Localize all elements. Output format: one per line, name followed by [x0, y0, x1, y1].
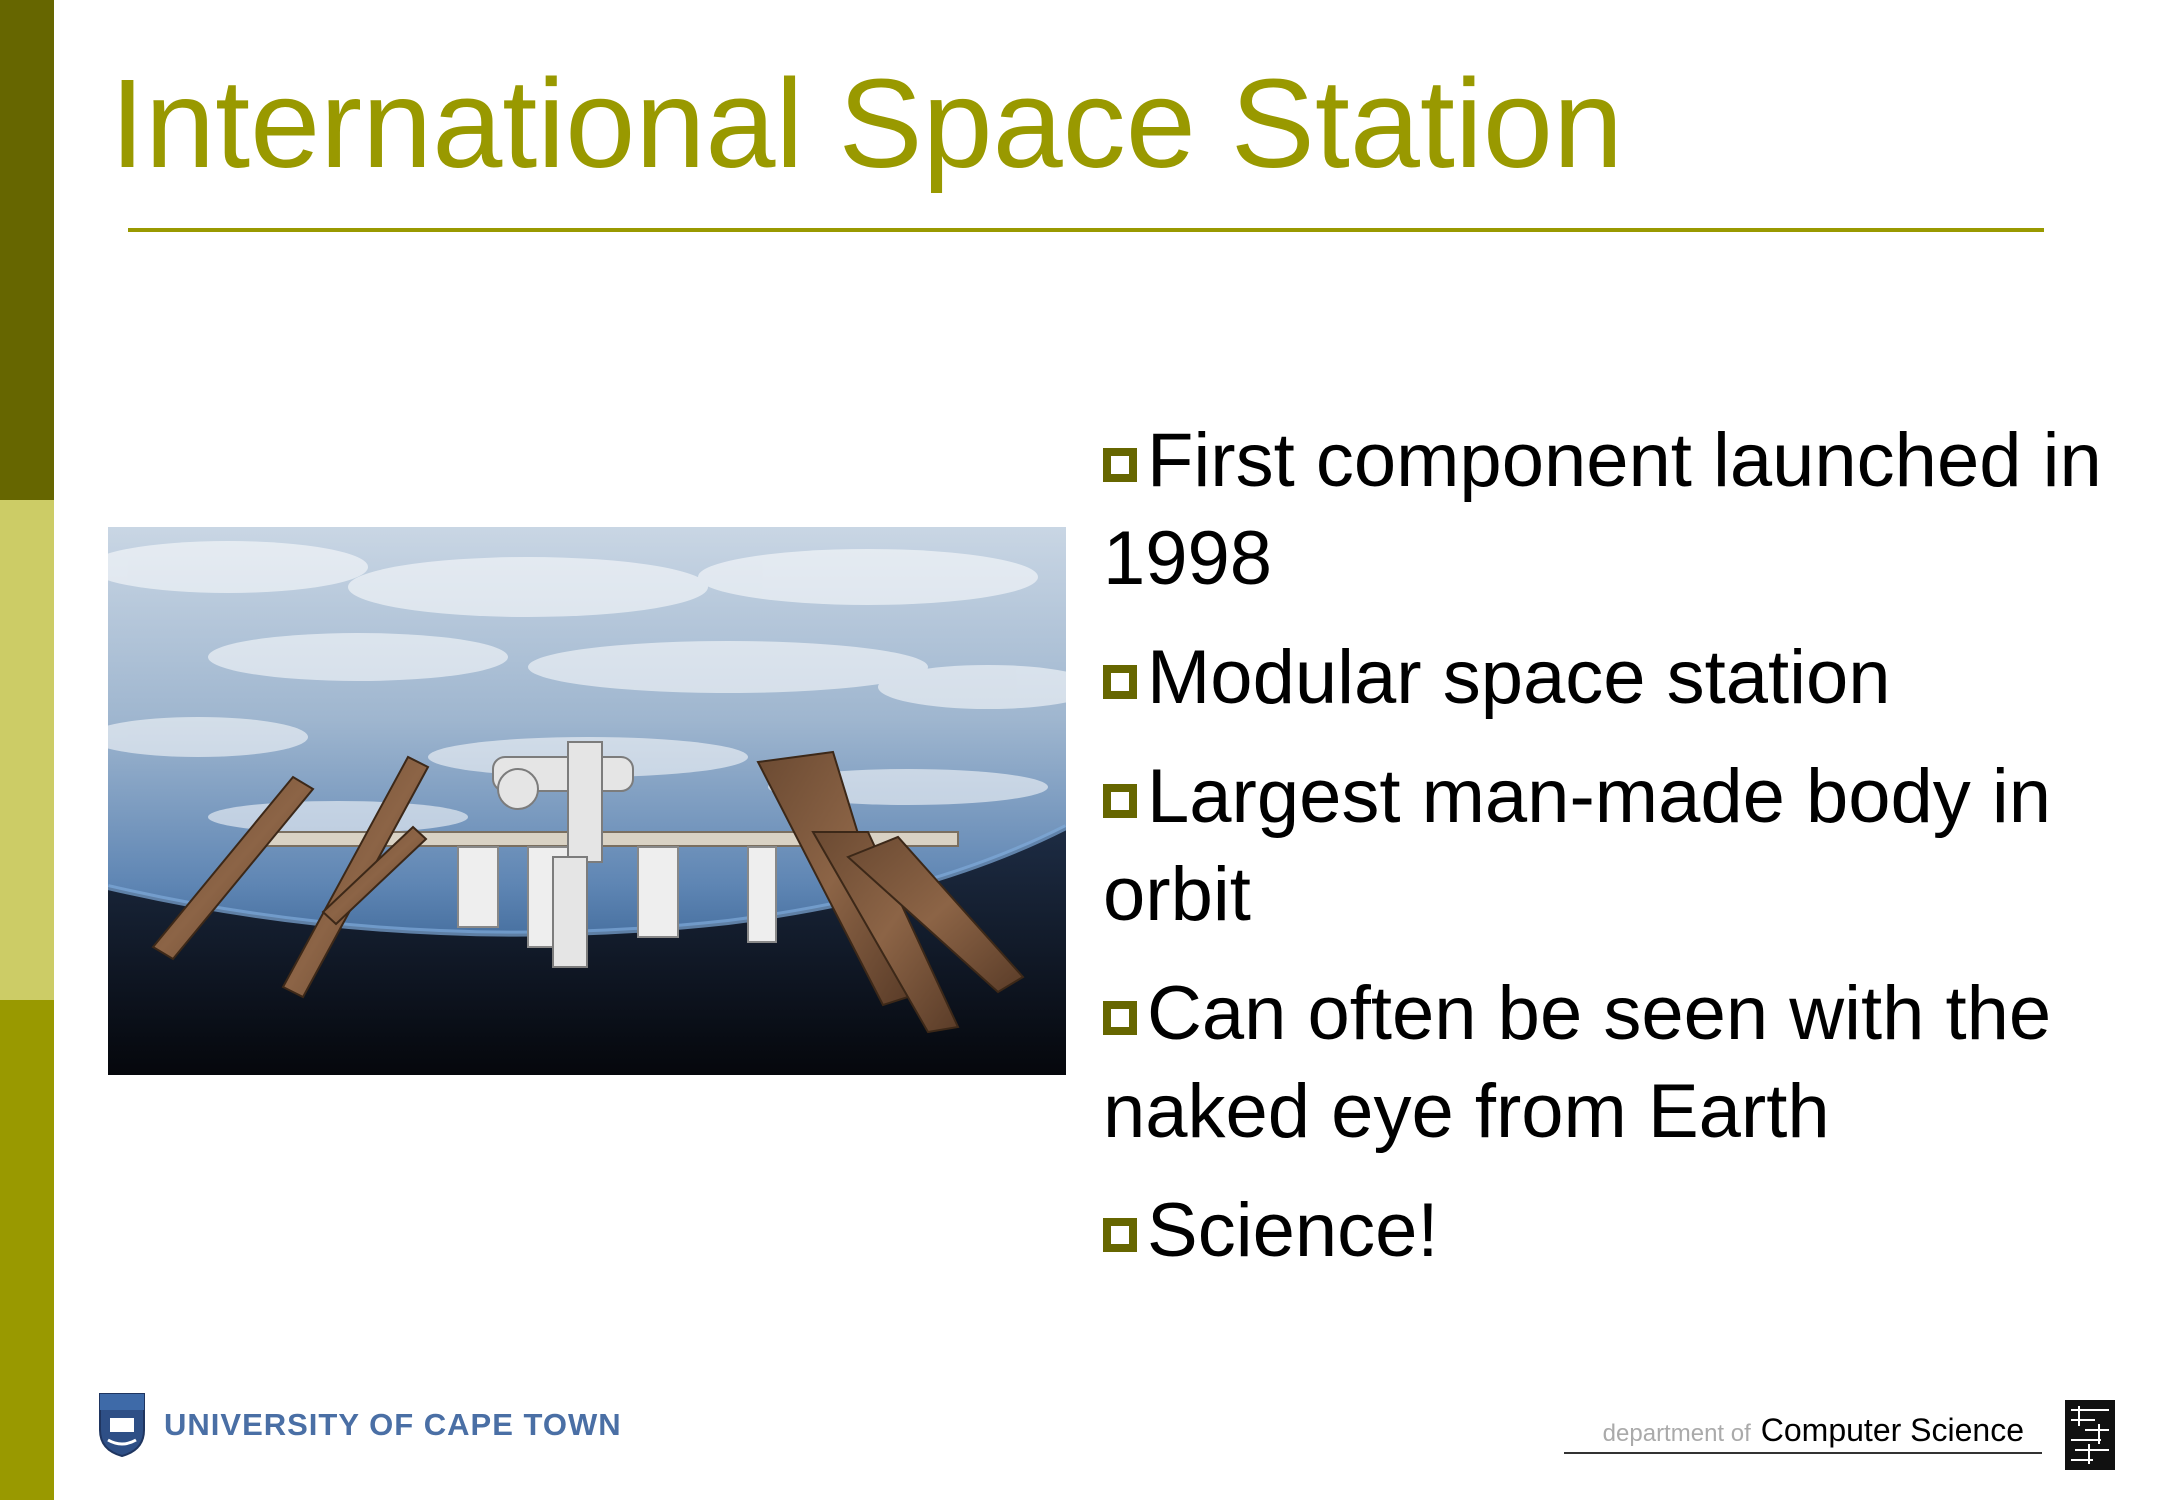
bullet-text: Can often be seen with the naked eye fro…	[1103, 971, 2052, 1154]
bullet-list: First component launched in 1998 Modular…	[1103, 412, 2103, 1301]
bullet-text: First component launched in 1998	[1103, 418, 2102, 601]
iss-photo	[108, 527, 1066, 1075]
university-crest-icon	[99, 1393, 145, 1458]
sidebar-band-dark	[0, 0, 54, 500]
title-divider	[128, 228, 2044, 232]
slide-title: International Space Station	[110, 53, 1624, 194]
university-name: UNIVERSITY OF CAPE TOWN	[164, 1407, 622, 1442]
bullet-item: Largest man-made body in orbit	[1103, 748, 2103, 944]
sidebar-band-olive	[0, 1000, 54, 1500]
bullet-text: Modular space station	[1147, 635, 1891, 720]
bullet-item: Science!	[1103, 1182, 2103, 1280]
department-logo: department of Computer Science	[1564, 1412, 2042, 1454]
bullet-item: Modular space station	[1103, 629, 2103, 727]
university-logo: UNIVERSITY OF CAPE TOWN	[98, 1392, 622, 1458]
bullet-text: Science!	[1147, 1188, 1439, 1273]
bullet-text: Largest man-made body in orbit	[1103, 754, 2052, 937]
square-bullet-icon	[1103, 665, 1137, 699]
bullet-item: First component launched in 1998	[1103, 412, 2103, 608]
bullet-item: Can often be seen with the naked eye fro…	[1103, 965, 2103, 1161]
square-bullet-icon	[1103, 1001, 1137, 1035]
department-name: Computer Science	[1760, 1412, 2024, 1448]
department-emblem-icon	[2065, 1400, 2115, 1470]
department-prefix: department of	[1602, 1420, 1751, 1447]
square-bullet-icon	[1103, 1218, 1137, 1252]
square-bullet-icon	[1103, 448, 1137, 482]
sidebar-band-light	[0, 500, 54, 1000]
square-bullet-icon	[1103, 784, 1137, 818]
